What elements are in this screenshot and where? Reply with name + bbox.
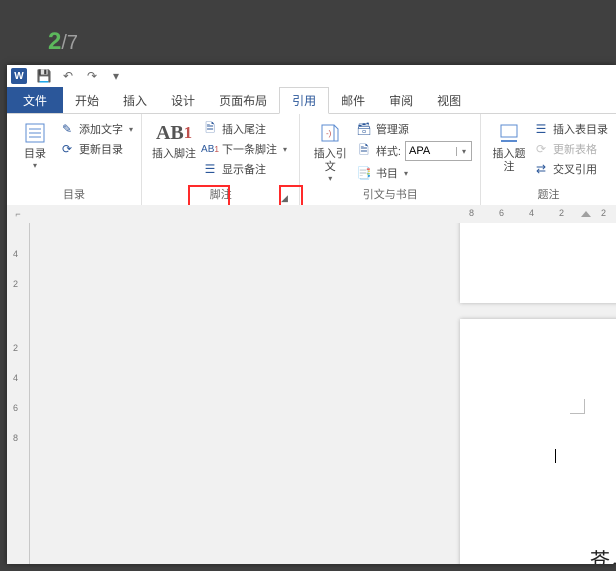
manage-sources-icon: 🗃 — [356, 121, 372, 137]
insert-citation-button[interactable]: -) 插入引文 ▾ — [306, 118, 353, 185]
citation-style-combo[interactable]: ▾ — [405, 141, 472, 161]
endnote-icon: 🗎 — [202, 121, 218, 137]
chevron-down-icon[interactable]: ▾ — [456, 147, 471, 156]
insert-footnote-button[interactable]: AB1 插入脚注 — [148, 118, 200, 163]
style-icon: 🗎 — [356, 143, 372, 159]
citation-style-control[interactable]: 🗎 样式: ▾ — [354, 140, 474, 162]
ruler-corner: ⌐ — [7, 205, 29, 224]
tab-references[interactable]: 引用 — [279, 87, 329, 114]
customize-qat-icon[interactable]: ▾ — [109, 69, 123, 83]
outer-page-counter: 2/7 — [48, 28, 78, 56]
group-label-footnotes: 脚注 ◢ — [148, 188, 293, 206]
toc-button[interactable]: 目录 ▾ — [13, 118, 57, 172]
manage-sources-button[interactable]: 🗃 管理源 — [354, 120, 474, 138]
next-footnote-button[interactable]: AB1 下一条脚注 ▾ — [200, 140, 289, 158]
citation-icon: -) — [317, 120, 343, 146]
next-footnote-icon: AB1 — [202, 141, 218, 157]
margin-corner-mark — [570, 399, 585, 414]
horizontal-ruler[interactable]: 8 6 4 2 2 — [29, 205, 616, 224]
bibliography-icon: 📑 — [356, 165, 372, 181]
tab-mailings[interactable]: 邮件 — [329, 87, 377, 113]
insert-endnote-button[interactable]: 🗎 插入尾注 — [200, 120, 289, 138]
ribbon-tabs: 文件 开始 插入 设计 页面布局 引用 邮件 审阅 视图 — [7, 87, 616, 114]
tab-layout[interactable]: 页面布局 — [207, 87, 279, 113]
tof-icon: ☰ — [533, 121, 549, 137]
tab-home[interactable]: 开始 — [63, 87, 111, 113]
update-table-button: ⟳ 更新表格 — [531, 140, 610, 158]
page-total: /7 — [61, 32, 78, 54]
chevron-down-icon: ▾ — [33, 161, 37, 170]
document-text-fragment: 苍， — [590, 544, 616, 564]
group-citations: -) 插入引文 ▾ 🗃 管理源 🗎 样式: — [300, 114, 481, 206]
undo-icon[interactable]: ↶ — [61, 69, 75, 83]
group-footnotes: AB1 插入脚注 🗎 插入尾注 AB1 下一条脚注 ▾ — [142, 114, 300, 206]
group-label-toc: 目录 — [13, 188, 135, 206]
add-text-icon: ✎ — [59, 121, 75, 137]
chevron-down-icon: ▾ — [283, 145, 287, 154]
update-toc-button[interactable]: ⟳ 更新目录 — [57, 140, 135, 158]
page-current: 2 — [48, 28, 61, 55]
indent-marker[interactable] — [581, 211, 591, 217]
cross-reference-button[interactable]: ⇄ 交叉引用 — [531, 160, 610, 178]
ribbon: 目录 ▾ ✎ 添加文字 ▾ ⟳ 更新目录 — [7, 114, 616, 207]
caption-icon — [496, 120, 522, 146]
svg-text:-): -) — [326, 129, 332, 138]
add-text-button[interactable]: ✎ 添加文字 ▾ — [57, 120, 135, 138]
quick-access-toolbar: W 💾 ↶ ↷ ▾ — [7, 65, 616, 87]
footnote-icon: AB1 — [161, 120, 187, 146]
tab-insert[interactable]: 插入 — [111, 87, 159, 113]
group-captions: 插入题注 ☰ 插入表目录 ⟳ 更新表格 ⇄ 交叉引用 — [481, 114, 616, 206]
toc-icon — [22, 120, 48, 146]
insert-caption-button[interactable]: 插入题注 — [487, 118, 531, 176]
tab-review[interactable]: 审阅 — [377, 87, 425, 113]
group-toc: 目录 ▾ ✎ 添加文字 ▾ ⟳ 更新目录 — [7, 114, 142, 206]
citation-style-input[interactable] — [406, 145, 456, 157]
document-workspace: ⌐ 8 6 4 2 2 4 2 2 4 6 8 — [7, 205, 616, 564]
paper-area[interactable]: 苍， — [30, 223, 616, 564]
document-page[interactable]: 苍， — [460, 319, 616, 564]
app-icon: W — [11, 68, 27, 84]
cross-reference-icon: ⇄ — [533, 161, 549, 177]
update-table-icon: ⟳ — [533, 141, 549, 157]
chevron-down-icon: ▾ — [129, 125, 133, 134]
tab-design[interactable]: 设计 — [159, 87, 207, 113]
show-notes-icon: ☰ — [202, 161, 218, 177]
tab-file[interactable]: 文件 — [7, 87, 63, 113]
tab-view[interactable]: 视图 — [425, 87, 473, 113]
document-page-top[interactable] — [460, 223, 616, 303]
update-toc-icon: ⟳ — [59, 141, 75, 157]
footnotes-dialog-launcher-icon[interactable]: ◢ — [277, 191, 291, 205]
chevron-down-icon: ▾ — [404, 169, 408, 178]
show-notes-button[interactable]: ☰ 显示备注 — [200, 160, 289, 178]
text-cursor — [555, 449, 556, 463]
bibliography-button[interactable]: 📑 书目 ▾ — [354, 164, 474, 182]
word-window: W 💾 ↶ ↷ ▾ 文件 开始 插入 设计 页面布局 引用 邮件 审阅 视图 — [7, 65, 616, 564]
chevron-down-icon: ▾ — [328, 174, 332, 183]
redo-icon[interactable]: ↷ — [85, 69, 99, 83]
group-label-captions: 题注 — [487, 188, 610, 206]
save-icon[interactable]: 💾 — [37, 69, 51, 83]
vertical-ruler[interactable]: 4 2 2 4 6 8 — [7, 223, 30, 564]
group-label-citations: 引文与书目 — [306, 188, 474, 206]
insert-table-of-figures-button[interactable]: ☰ 插入表目录 — [531, 120, 610, 138]
